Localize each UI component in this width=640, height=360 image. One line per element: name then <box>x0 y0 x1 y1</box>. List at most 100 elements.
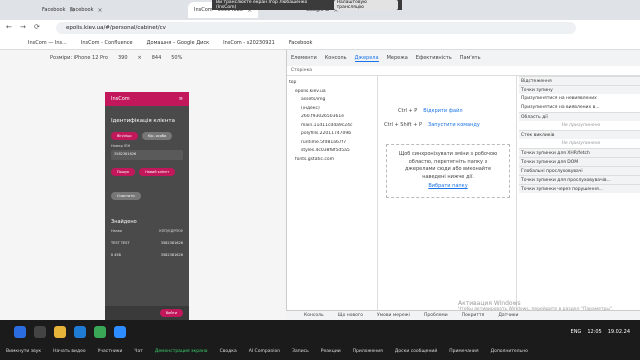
field-label: Номер ІПН <box>111 144 131 148</box>
tree-item[interactable]: assets/img <box>289 97 373 106</box>
sources-subtab: Сторінка <box>287 66 640 76</box>
app-header: InsCom ≡ <box>105 92 189 106</box>
dom-breakpoints-section[interactable]: Точки зупинки для DOM <box>519 157 640 166</box>
apps-button[interactable]: Приложения <box>353 349 383 354</box>
record-button[interactable]: Запись <box>292 349 309 354</box>
ipn-input[interactable]: 3582381626 <box>111 150 183 160</box>
forward-icon[interactable]: → <box>20 23 26 31</box>
reload-icon[interactable]: ⟳ <box>34 23 40 31</box>
device-select[interactable]: Розміри: iPhone 12 Pro <box>50 55 108 61</box>
tree-item[interactable]: top <box>289 80 373 89</box>
share-screen-button[interactable]: Демонстрация экрана <box>155 349 208 354</box>
device-viewport: Розміри: iPhone 12 Pro 390 × 844 50% Ins… <box>0 50 286 320</box>
back-icon[interactable]: ← <box>6 23 12 31</box>
whiteboards-button[interactable]: Доски сообщений <box>395 349 437 354</box>
tab-memory[interactable]: Пам'ять <box>460 55 481 61</box>
tree-item[interactable]: polyfills.2201174709b <box>289 131 373 140</box>
scope-section[interactable]: Область дії <box>519 112 640 121</box>
tree-item[interactable]: epolis.kiev.ua <box>289 89 373 98</box>
pause-caught-checkbox[interactable]: Призупинятися на виявлених в... <box>519 103 640 112</box>
drawer-tab[interactable]: Проблеми <box>424 313 448 318</box>
clock-time[interactable]: 12:05 <box>587 329 601 335</box>
tree-item[interactable]: styles.4c038f8f5d5a5 <box>289 148 373 157</box>
toggle-individual[interactable]: Він/ліцо <box>111 132 138 140</box>
screen: Facebook × Facebook × InsCom - 00004028 × G… <box>0 0 640 360</box>
watch-section[interactable]: Відстеження <box>519 76 640 85</box>
address-bar: ← → ⟳ epolis.kiev.ua/#/personal/cabinet/… <box>0 20 640 36</box>
participants-button[interactable]: Участники <box>98 349 123 354</box>
folder-icon[interactable] <box>54 326 66 338</box>
table-header: КПП/ЄДРПОУ <box>159 229 183 233</box>
run-command-link[interactable]: Запустити команду <box>428 122 480 128</box>
start-video-button[interactable]: Начать видео <box>53 349 85 354</box>
table-row[interactable]: ІІ 458 3582381626 <box>111 253 183 257</box>
devtools-panel: Елементи Консоль Джерела Мережа Ефективн… <box>286 50 640 320</box>
not-paused-text: Не призупинено <box>561 141 601 146</box>
event-breakpoints-section[interactable]: Точки зупинки для прослуховувачів... <box>519 175 640 184</box>
browser-tab[interactable]: Facebook × <box>64 2 109 18</box>
bookmark-item[interactable]: InsCom - Confluence <box>81 40 133 46</box>
tab-sources[interactable]: Джерела <box>354 55 379 62</box>
device-toolbar: Розміри: iPhone 12 Pro 390 × 844 50% <box>0 50 286 66</box>
bookmark-item[interactable]: InsCom - s20230921 <box>223 40 275 46</box>
device-width[interactable]: 390 <box>118 55 128 61</box>
clock-date[interactable]: 19.02.24 <box>608 329 630 335</box>
app-name: InsCom <box>111 96 130 102</box>
search-icon[interactable] <box>34 326 46 338</box>
tree-item[interactable]: runtime.5fd81a67f7 <box>289 140 373 149</box>
drawer-tab[interactable]: Покриття <box>462 313 485 318</box>
url-field[interactable]: epolis.kiev.ua/#/personal/cabinet/cv <box>56 22 576 34</box>
language-indicator[interactable]: ENG <box>571 329 582 335</box>
watermark-title: Активация Windows <box>458 300 521 307</box>
clear-button[interactable]: Очистити <box>111 192 141 200</box>
pause-uncaught-checkbox[interactable]: Призупинятися на невиявлених <box>519 94 640 103</box>
drawer-tab[interactable]: Що нового <box>338 313 363 318</box>
table-row[interactable]: TEST TEST 3582381626 <box>111 241 183 245</box>
vscode-icon[interactable] <box>74 326 86 338</box>
tab-console[interactable]: Консоль <box>325 55 347 61</box>
notes-button[interactable]: Примечания <box>449 349 478 354</box>
bookmarks-bar: InsCom — Ins... InsCom - Confluence Дома… <box>0 36 640 50</box>
csp-breakpoints-section[interactable]: Точки зупинки через порушення... <box>519 184 640 193</box>
tab-elements[interactable]: Елементи <box>291 55 317 61</box>
chat-button[interactable]: Чат <box>134 349 142 354</box>
drawer-tab[interactable]: Консоль <box>304 313 324 318</box>
select-folder-link[interactable]: Вибрати папку <box>393 183 503 191</box>
bookmark-item[interactable]: InsCom — Ins... <box>28 40 67 46</box>
tree-item[interactable]: (індекс) <box>289 106 373 115</box>
open-file-link[interactable]: Відкрити файл <box>423 108 462 114</box>
share-settings-button[interactable]: Налаштовую трансляцію <box>333 0 398 10</box>
search-button[interactable]: Пошук <box>111 168 136 176</box>
found-heading: Знайдено <box>111 219 137 225</box>
global-listeners-section[interactable]: Глобальні прослуховувачі <box>519 166 640 175</box>
drawer-tab[interactable]: Умови мережі <box>377 313 410 318</box>
tree-item[interactable]: main.11d11cd4a9c24c <box>289 123 373 132</box>
device-height[interactable]: 844 <box>152 55 162 61</box>
windows-icon[interactable] <box>14 326 26 338</box>
close-icon[interactable]: × <box>98 7 103 14</box>
tree-item[interactable]: fonts.gstatic.com <box>289 157 373 166</box>
bookmark-item[interactable]: Facebook <box>289 40 313 46</box>
summary-button[interactable]: Сводка <box>220 349 237 354</box>
ai-companion-button[interactable]: AI Companion <box>249 349 280 354</box>
zoom-icon[interactable] <box>114 326 126 338</box>
toggle-legal[interactable]: Юр. особа <box>141 132 173 140</box>
bookmark-item[interactable]: Домашня – Google Диск <box>147 40 209 46</box>
not-paused-text: Не призупинено <box>561 123 601 128</box>
tree-item[interactable]: 260.f9302650361e <box>289 114 373 123</box>
mute-button[interactable]: Вимкнути звук <box>6 349 41 354</box>
xhr-breakpoints-section[interactable]: Точки зупинки для XHR/fetch <box>519 148 640 157</box>
callstack-section[interactable]: Стек викликів <box>519 130 640 139</box>
logout-button[interactable]: Вийти <box>159 309 183 317</box>
tab-network[interactable]: Мережа <box>387 55 408 61</box>
chrome-icon[interactable] <box>94 326 106 338</box>
tab-performance[interactable]: Ефективність <box>416 55 452 61</box>
drawer-tab[interactable]: Датчики <box>498 313 518 318</box>
zoom-select[interactable]: 50% <box>171 55 182 61</box>
reactions-button[interactable]: Реакции <box>321 349 341 354</box>
tab-page[interactable]: Сторінка <box>291 68 312 73</box>
more-button[interactable]: Дополнительно <box>491 349 528 354</box>
menu-icon[interactable]: ≡ <box>179 96 183 102</box>
breakpoints-section[interactable]: Точки зупину <box>519 85 640 94</box>
new-client-button[interactable]: Новий клієнт <box>139 168 176 176</box>
